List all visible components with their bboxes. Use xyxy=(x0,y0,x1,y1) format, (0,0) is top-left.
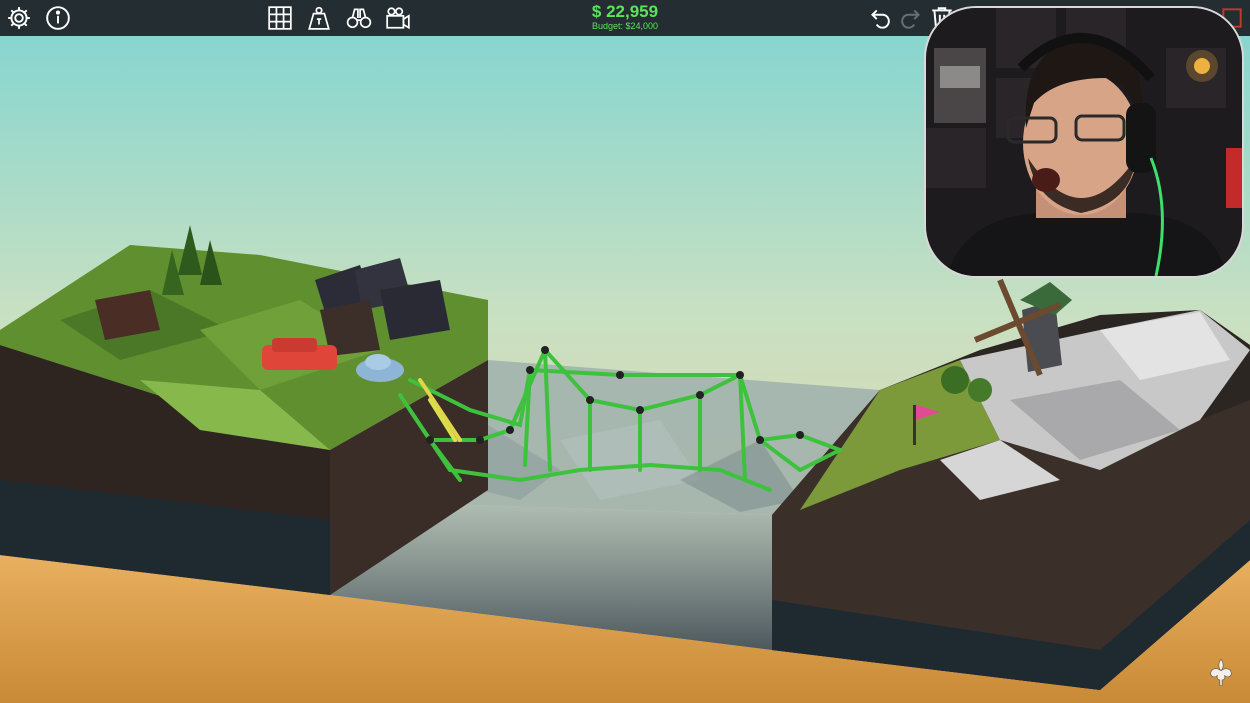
redo-icon[interactable] xyxy=(897,4,925,32)
info-icon[interactable] xyxy=(44,4,72,32)
fleur-de-lis-icon xyxy=(1210,658,1232,687)
grid-icon[interactable] xyxy=(266,4,294,32)
money-value: $ 22,959 xyxy=(591,2,659,21)
money-display: $ 22,959 Budget: $24,000 xyxy=(560,2,690,32)
gear-icon[interactable] xyxy=(5,4,33,32)
budget-label: Budget: $24,000 xyxy=(591,21,659,31)
binoculars-icon[interactable] xyxy=(345,4,373,32)
streamer-video xyxy=(926,8,1242,276)
weight-icon[interactable] xyxy=(305,4,333,32)
undo-icon[interactable] xyxy=(866,4,894,32)
webcam-overlay xyxy=(924,6,1244,278)
camera-icon[interactable] xyxy=(384,4,412,32)
